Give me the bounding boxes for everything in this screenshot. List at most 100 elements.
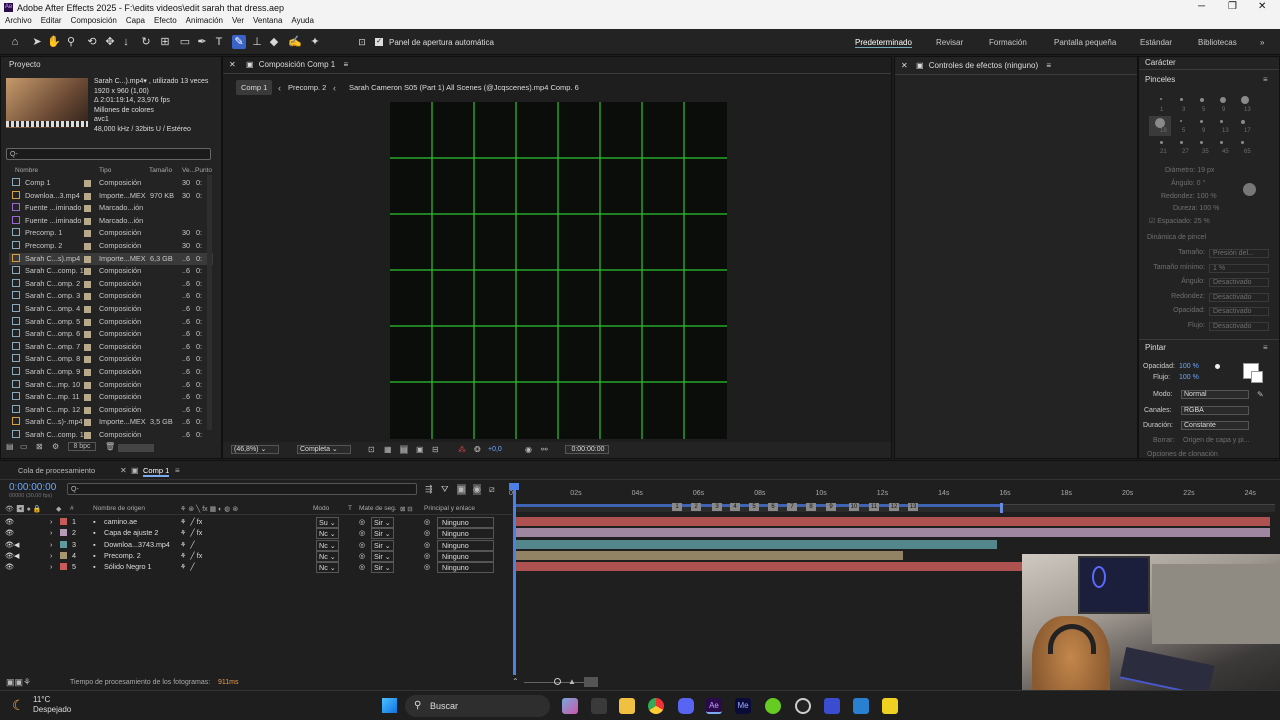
dynamics-select[interactable]: Desactivado [1209,307,1269,316]
eraser-tool-icon[interactable]: ◆ [267,35,281,49]
weather-desc[interactable]: Despejado [33,705,71,714]
caracter-title[interactable]: Carácter [1145,58,1176,67]
maximize-icon[interactable]: ❐ [1228,1,1237,12]
file-explorer-icon[interactable] [619,698,635,714]
motion-blur-icon[interactable]: ⧄ [489,484,495,495]
tl-search-input[interactable]: Q- [67,483,417,495]
project-item[interactable]: Sarah C...s)-.mp4 Importe...MEX 3,5 GB ..6 0… [9,416,213,429]
text-tool-icon[interactable]: T [212,35,226,49]
snap-icon[interactable]: ⊡ [355,35,369,49]
redondez-label[interactable]: Redondez: 100 % [1161,193,1217,200]
project-item[interactable]: Sarah C...omp. 6 Composición ..6 0: [9,328,213,341]
pan-tool-icon[interactable]: ✥ [103,35,117,49]
roto-brush-icon[interactable]: ✍ [288,35,302,49]
discord-icon[interactable] [678,698,694,714]
comp-marker[interactable]: 9 [826,503,836,511]
menu-animacion[interactable]: Animación [186,16,223,29]
exposure-reset-icon[interactable]: ❂ [474,445,481,454]
layer-mode-select[interactable]: Nc ⌄ [316,562,339,574]
tl-timecode[interactable]: 0:00:00:00 [9,482,56,493]
layer-name[interactable]: Capa de ajuste 2 [104,527,158,538]
after-effects-taskbar-icon[interactable]: Ae [706,698,722,714]
menu-composicion[interactable]: Composición [71,16,117,29]
comp-viewer-canvas[interactable] [390,102,727,439]
anchor-tool-icon[interactable]: ⊞ [158,35,172,49]
layer-label-color[interactable] [60,551,67,559]
tab-comp-1[interactable]: Comp 1 [236,80,273,95]
steam-icon[interactable] [795,698,811,714]
exposure-value[interactable]: +0,0 [488,446,502,453]
workspace-bibliotecas[interactable]: Bibliotecas [1198,38,1237,47]
layer-label-color[interactable] [60,518,67,525]
col-tipo[interactable]: Tipo [99,167,111,174]
work-area-end-handle[interactable] [1000,503,1003,513]
clone-stamp-icon[interactable]: ⊥ [250,35,264,49]
switch-toggle-icons[interactable]: ▣▣⚘ [6,677,31,688]
workspace-revisar[interactable]: Revisar [936,38,963,47]
layer-label-color[interactable] [60,529,67,537]
region-icon[interactable]: ⊡ [368,445,375,454]
project-search-input[interactable]: Q- [6,148,211,160]
windows-start-icon[interactable] [382,698,397,713]
espaciado-checkbox[interactable]: ☑ Espaciado: 25 % [1149,217,1210,225]
close-tab-icon[interactable]: ✕ [229,60,236,69]
weather-icon[interactable]: ☾ [12,697,25,714]
comp-marker[interactable]: 12 [889,503,899,511]
pintar-title[interactable]: Pintar [1145,343,1166,352]
project-scrollbar[interactable] [207,175,212,430]
expand-chevron-icon[interactable]: › [50,539,52,550]
selection-tool-icon[interactable]: ➤ [30,35,44,49]
project-item[interactable]: Sarah C...comp. 1 Composición ..6 0: [9,429,213,442]
workspace-overflow-icon[interactable]: » [1260,38,1264,47]
draft-3d-icon[interactable]: ⛛ [441,484,449,495]
rectangle-tool-icon[interactable]: ▭ [178,35,192,49]
col-tamano[interactable]: Tamaño [149,167,172,174]
comp-marker[interactable]: 11 [869,503,879,511]
layer-label-color[interactable] [60,540,67,548]
weather-temp[interactable]: 11°C [33,695,50,704]
comp-marker[interactable]: 5 [749,503,759,511]
comp-flowchart-icon[interactable]: ⇶ [425,484,433,495]
new-folder-icon[interactable]: ▭ [20,442,28,451]
view-layout-icon[interactable]: ⊟ [432,445,439,454]
project-item[interactable]: Sarah C...omp. 5 Composición ..6 0: [9,316,213,329]
layer-name[interactable]: camino.ae [104,516,137,527]
shy-icon[interactable]: ▣ [457,484,466,495]
visibility-icon[interactable]: 👁 [5,527,14,538]
brush-tool-icon[interactable]: ✎ [232,35,246,49]
comp-marker[interactable]: 3 [712,503,722,511]
layer-label-color[interactable] [60,563,67,571]
project-item[interactable]: Sarah C...mp. 10 Composición ..6 0: [9,379,213,392]
dolly-tool-icon[interactable]: ↓ [119,35,133,49]
visibility-icon[interactable]: 👁 [5,550,14,561]
orbit-tool-icon[interactable]: ⟲ [85,35,99,49]
angulo-label[interactable]: Ángulo: 0 ° [1171,180,1205,187]
project-item[interactable]: Sarah C...s).mp4 Importe...MEX 6,3 GB ..6 0: [9,252,213,266]
layer-row[interactable]: 👁 ◀ › 3 ▪ Downloa...3743.mp4 ⚘ ╱ Nc ⌄ ◎ Sir ⌄ ◎ Nin… [0,539,515,551]
eyedropper-icon[interactable]: ✎ [1257,390,1264,399]
mask-icon[interactable]: ▣ [416,445,424,454]
rotate-tool-icon[interactable]: ↻ [139,35,153,49]
project-item[interactable]: Sarah C...omp. 9 Composición ..6 0: [9,366,213,379]
hand-tool-icon[interactable]: ✋ [47,35,61,49]
layer-duration-bar[interactable] [515,550,903,560]
dynamics-select[interactable]: Presión del... [1209,249,1269,258]
diametro-label[interactable]: Diámetro: 19 px [1165,167,1214,174]
tl-menu-icon[interactable]: ≡ [175,466,180,475]
project-item[interactable]: Sarah C...mp. 12 Composición ..6 0: [9,404,213,417]
tl-hscroll[interactable] [584,677,598,687]
col-parent[interactable]: Principal y enlace [424,505,475,512]
resolution-select[interactable]: Completa ⌄ [297,445,351,454]
lock-icon[interactable]: ▣ [246,60,254,69]
expand-chevron-icon[interactable]: › [50,527,52,538]
col-ve[interactable]: Ve... [182,167,195,174]
app-icon-1[interactable] [824,698,840,714]
tl-close-icon[interactable]: ✕ [120,466,127,475]
app-icon-2[interactable] [853,698,869,714]
dynamics-select[interactable]: 1 % [1209,263,1269,273]
col-source-name[interactable]: Nombre de origen [93,505,145,512]
project-item[interactable]: Sarah C...omp. 8 Composición ..6 0: [9,353,213,366]
dynamics-select[interactable]: Desactivado [1209,321,1269,331]
project-item[interactable]: Sarah C...mp. 11 Composición ..6 0: [9,391,213,404]
chrome-icon[interactable] [648,698,664,714]
